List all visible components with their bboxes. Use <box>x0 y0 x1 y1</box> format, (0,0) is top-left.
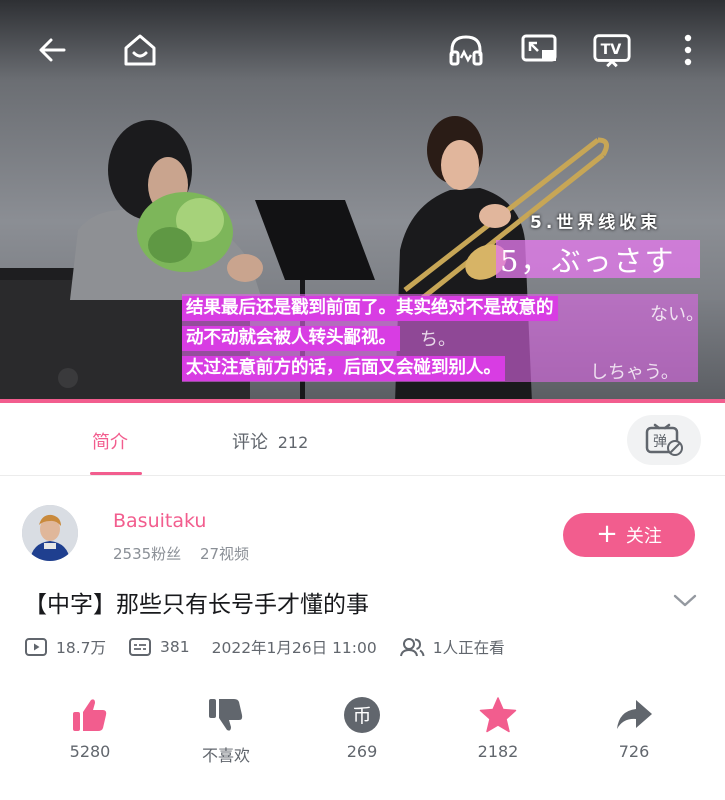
chinese-subtitle-line-2: 动不动就会被人转头鄙视。 <box>182 326 400 351</box>
active-tab-indicator <box>90 472 142 475</box>
watching-count: 1人正在看 <box>432 639 505 657</box>
chinese-subtitle-line-3: 太过注意前方的话，后面又会碰到别人。 <box>182 356 505 381</box>
japanese-caption-band: 5，ぶっさす <box>496 240 700 278</box>
follow-plus-icon: + <box>596 518 618 549</box>
favorite-count: 2182 <box>477 742 519 761</box>
uploader-stats: 2535粉丝 27视频 <box>113 543 249 564</box>
uploader-name[interactable]: Basuitaku <box>113 510 206 532</box>
tab-bar: 简介 评论 212 弹 <box>0 403 725 476</box>
segment-title-caption: 5.世界线收束 <box>530 213 662 233</box>
back-arrow-icon[interactable] <box>32 30 72 70</box>
svg-text:币: 币 <box>353 705 372 727</box>
thumbs-up-icon <box>73 699 107 731</box>
like-count: 5280 <box>69 742 111 761</box>
favorite-button[interactable]: 2182 <box>448 690 548 761</box>
publish-date: 2022年1月26日 11:00 <box>211 639 377 657</box>
headphones-icon[interactable] <box>446 30 486 70</box>
share-count: 726 <box>618 742 650 761</box>
tab-comments-label: 评论 <box>232 432 268 453</box>
danmaku-count: 381 <box>160 638 190 656</box>
danmaku-off-icon: 弹 <box>645 423 683 456</box>
coin-count: 269 <box>346 742 378 761</box>
like-button[interactable]: 5280 <box>40 690 140 761</box>
views-count: 18.7万 <box>56 639 107 657</box>
people-icon <box>399 638 425 657</box>
more-icon[interactable] <box>668 30 708 70</box>
japanese-faint-text-2: ち。 <box>420 329 456 350</box>
music-stand-shape <box>255 200 375 280</box>
video-player[interactable]: TV 5.世界线收束 5，ぶっさす ない。 ち。 しちゃう。 结果最后还是戳到前… <box>0 0 725 403</box>
coin-button[interactable]: 币 269 <box>312 690 412 761</box>
tv-icon[interactable]: TV <box>592 30 632 70</box>
danmaku-toggle-button[interactable]: 弹 <box>627 415 701 465</box>
tab-comments-count: 212 <box>277 433 309 452</box>
uploader-fans: 2535粉丝 <box>113 545 182 563</box>
home-icon[interactable] <box>120 30 160 70</box>
uploader-videos: 27视频 <box>199 545 250 563</box>
share-icon <box>617 700 652 729</box>
chinese-subtitle-line-1: 结果最后还是戳到前面了。其实绝对不是故意的 <box>182 296 558 321</box>
watching-stat: 1人正在看 <box>399 636 505 658</box>
dislike-label: 不喜欢 <box>201 746 250 765</box>
danmaku-stat: 381 <box>128 637 190 657</box>
coin-icon: 币 <box>344 697 380 733</box>
japanese-faint-text-1: ない。 <box>650 304 704 325</box>
cast-icon[interactable] <box>519 30 559 70</box>
chevron-down-icon[interactable] <box>670 588 700 612</box>
japanese-caption-text: 5，ぶっさす <box>500 244 676 278</box>
japanese-faint-text-3: しちゃう。 <box>590 362 679 383</box>
danmaku-count-icon <box>129 638 152 656</box>
follow-label: 关注 <box>625 526 662 547</box>
avatar[interactable] <box>22 505 78 561</box>
thumbs-down-icon <box>209 699 243 731</box>
dislike-button[interactable]: 不喜欢 <box>176 690 276 766</box>
video-title: 【中字】那些只有长号手才懂的事 <box>24 592 369 618</box>
tab-intro[interactable]: 简介 <box>92 428 128 454</box>
play-count-icon <box>25 638 47 656</box>
follow-button[interactable]: + 关注 <box>563 513 695 557</box>
star-icon <box>479 697 517 733</box>
views-stat: 18.7万 <box>24 636 106 658</box>
share-button[interactable]: 726 <box>584 690 684 761</box>
svg-text:TV: TV <box>601 42 622 58</box>
tab-comments[interactable]: 评论 212 <box>232 428 308 454</box>
svg-text:弹: 弹 <box>653 434 667 450</box>
video-meta: 18.7万 381 2022年1月26日 11:00 1人正在看 <box>24 634 505 660</box>
